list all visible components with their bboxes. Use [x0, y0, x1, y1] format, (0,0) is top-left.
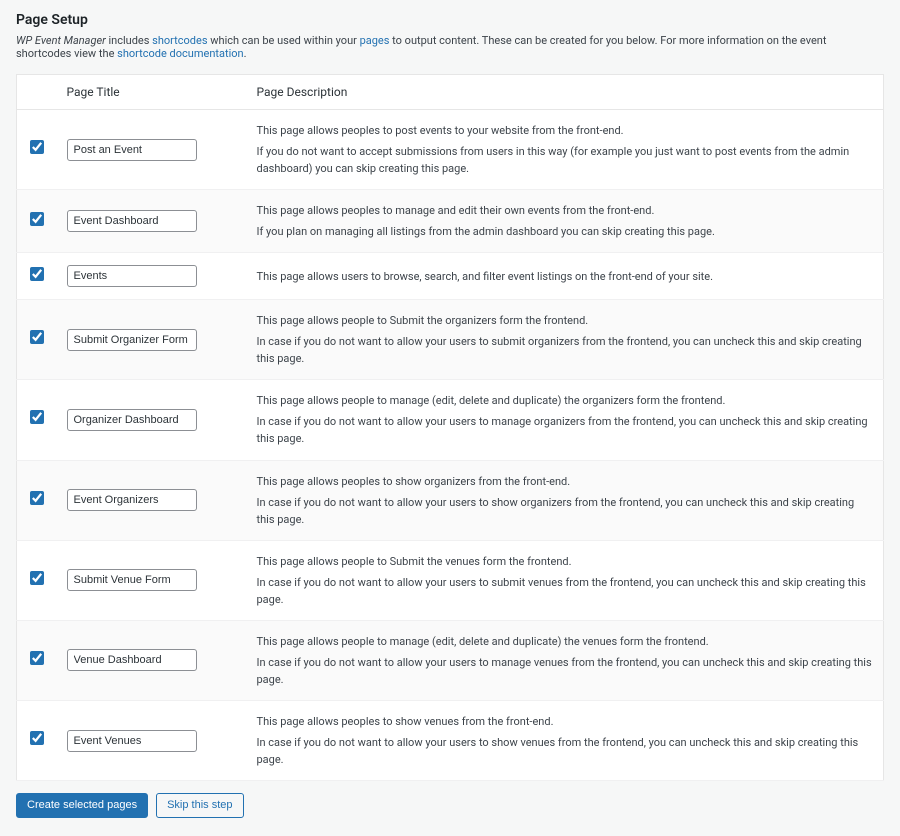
- row-checkbox[interactable]: [30, 410, 44, 424]
- page-description-line: If you do not want to accept submissions…: [257, 143, 874, 177]
- column-header-checkbox: [17, 75, 57, 110]
- page-description-line: In case if you do not want to allow your…: [257, 413, 874, 447]
- column-header-page-description: Page Description: [247, 75, 884, 110]
- checkbox-cell: [17, 300, 57, 380]
- page-title-cell: [57, 380, 247, 460]
- page-description-line: In case if you do not want to allow your…: [257, 574, 874, 608]
- page-description-cell: This page allows people to manage (edit,…: [247, 380, 884, 460]
- page-title-cell: [57, 700, 247, 780]
- page-description-line: In case if you do not want to allow your…: [257, 333, 874, 367]
- page-description-cell: This page allows people to Submit the or…: [247, 300, 884, 380]
- page-title-cell: [57, 253, 247, 300]
- row-checkbox[interactable]: [30, 571, 44, 585]
- table-row: This page allows peoples to show venues …: [17, 700, 884, 780]
- checkbox-cell: [17, 460, 57, 540]
- page-description-cell: This page allows people to Submit the ve…: [247, 540, 884, 620]
- page-title-cell: [57, 110, 247, 190]
- row-checkbox[interactable]: [30, 491, 44, 505]
- page-description-line: This page allows people to manage (edit,…: [257, 633, 874, 650]
- page-description-line: This page allows peoples to show venues …: [257, 713, 874, 730]
- create-selected-pages-button[interactable]: Create selected pages: [16, 793, 148, 818]
- page-description-line: This page allows people to manage (edit,…: [257, 392, 874, 409]
- table-row: This page allows peoples to show organiz…: [17, 460, 884, 540]
- page-title-cell: [57, 460, 247, 540]
- page-description-line: This page allows peoples to post events …: [257, 122, 874, 139]
- checkbox-cell: [17, 700, 57, 780]
- plugin-name: WP Event Manager: [16, 34, 106, 47]
- page-title-cell: [57, 540, 247, 620]
- page-description-line: If you plan on managing all listings fro…: [257, 223, 874, 240]
- skip-this-step-button[interactable]: Skip this step: [156, 793, 243, 818]
- page-description-cell: This page allows peoples to show venues …: [247, 700, 884, 780]
- actions-row: Create selected pages Skip this step: [16, 793, 884, 818]
- page-description-cell: This page allows peoples to post events …: [247, 110, 884, 190]
- table-row: This page allows people to manage (edit,…: [17, 380, 884, 460]
- table-row: This page allows peoples to post events …: [17, 110, 884, 190]
- checkbox-cell: [17, 253, 57, 300]
- shortcodes-link[interactable]: shortcodes: [152, 34, 207, 47]
- shortcode-documentation-link[interactable]: shortcode documentation: [117, 47, 243, 60]
- table-row: This page allows users to browse, search…: [17, 253, 884, 300]
- checkbox-cell: [17, 380, 57, 460]
- intro-text: WP Event Manager includes shortcodes whi…: [16, 34, 884, 60]
- table-row: This page allows peoples to manage and e…: [17, 190, 884, 253]
- checkbox-cell: [17, 190, 57, 253]
- page-setup-table: Page Title Page Description This page al…: [16, 74, 884, 781]
- page-description-line: In case if you do not want to allow your…: [257, 654, 874, 688]
- page-title-input[interactable]: [67, 730, 197, 752]
- page-title-cell: [57, 190, 247, 253]
- page-description-line: In case if you do not want to allow your…: [257, 734, 874, 768]
- page-description-line: This page allows people to Submit the or…: [257, 312, 874, 329]
- page-title-input[interactable]: [67, 409, 197, 431]
- page-title-input[interactable]: [67, 569, 197, 591]
- page-description-cell: This page allows users to browse, search…: [247, 253, 884, 300]
- page-title-input[interactable]: [67, 329, 197, 351]
- page-title-input[interactable]: [67, 489, 197, 511]
- pages-link[interactable]: pages: [360, 34, 390, 47]
- row-checkbox[interactable]: [30, 140, 44, 154]
- page-title-cell: [57, 300, 247, 380]
- checkbox-cell: [17, 620, 57, 700]
- page-description-line: This page allows people to Submit the ve…: [257, 553, 874, 570]
- page-setup-heading: Page Setup: [16, 12, 884, 28]
- checkbox-cell: [17, 110, 57, 190]
- column-header-page-title: Page Title: [57, 75, 247, 110]
- page-description-cell: This page allows peoples to show organiz…: [247, 460, 884, 540]
- page-description-line: This page allows peoples to manage and e…: [257, 202, 874, 219]
- row-checkbox[interactable]: [30, 267, 44, 281]
- page-title-input[interactable]: [67, 210, 197, 232]
- row-checkbox[interactable]: [30, 212, 44, 226]
- row-checkbox[interactable]: [30, 330, 44, 344]
- row-checkbox[interactable]: [30, 731, 44, 745]
- page-description-line: This page allows users to browse, search…: [257, 268, 874, 285]
- page-description-cell: This page allows peoples to manage and e…: [247, 190, 884, 253]
- table-row: This page allows people to manage (edit,…: [17, 620, 884, 700]
- page-description-line: In case if you do not want to allow your…: [257, 494, 874, 528]
- page-title-cell: [57, 620, 247, 700]
- page-title-input[interactable]: [67, 265, 197, 287]
- checkbox-cell: [17, 540, 57, 620]
- page-title-input[interactable]: [67, 139, 197, 161]
- table-row: This page allows people to Submit the ve…: [17, 540, 884, 620]
- page-description-cell: This page allows people to manage (edit,…: [247, 620, 884, 700]
- page-description-line: This page allows peoples to show organiz…: [257, 473, 874, 490]
- page-title-input[interactable]: [67, 649, 197, 671]
- row-checkbox[interactable]: [30, 651, 44, 665]
- table-row: This page allows people to Submit the or…: [17, 300, 884, 380]
